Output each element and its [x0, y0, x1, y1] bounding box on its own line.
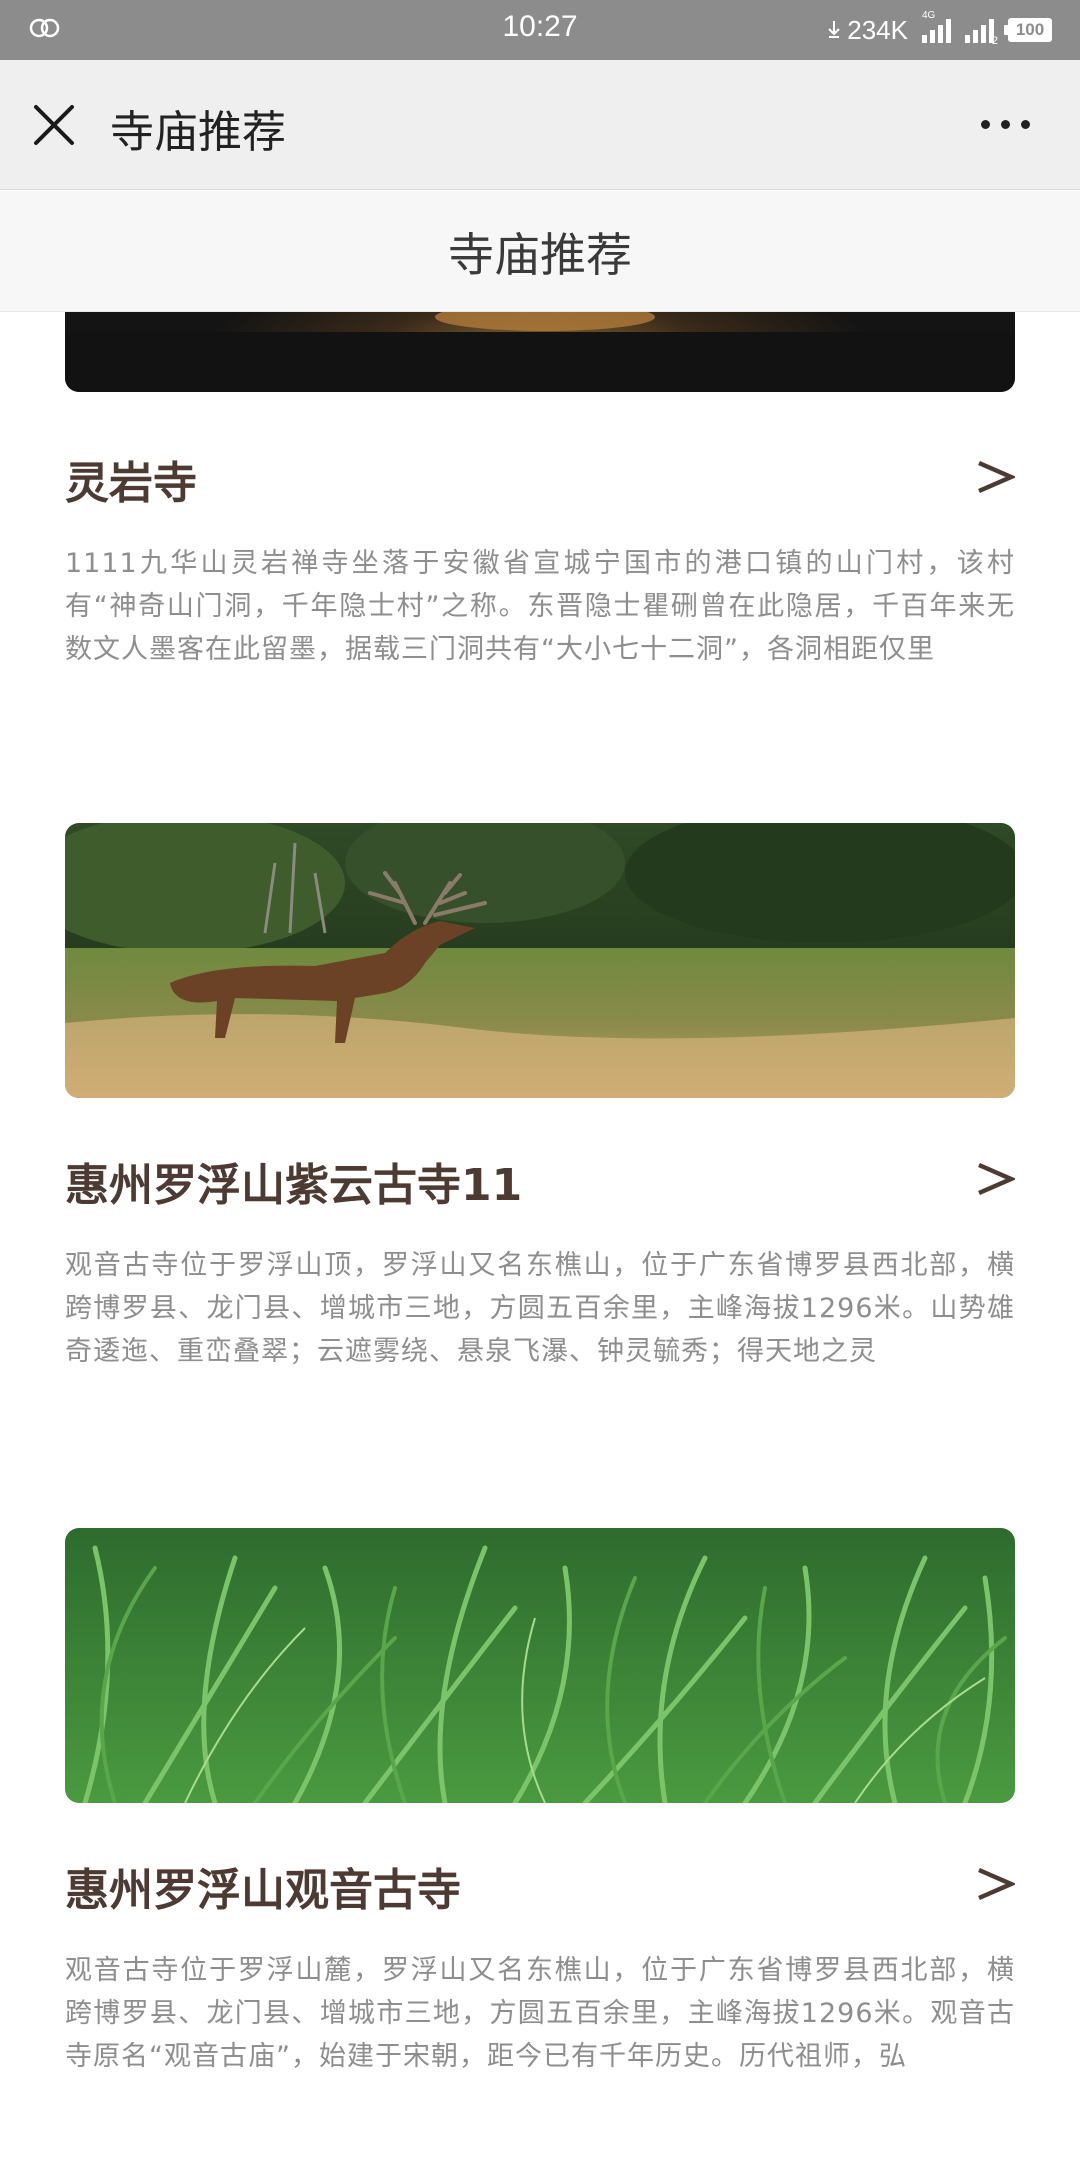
- chevron-right-icon[interactable]: [975, 1157, 1015, 1201]
- temple-description: 1111九华山灵岩禅寺坐落于安徽省宣城宁国市的港口镇的山门村，该村有“神奇山门洞…: [65, 548, 1015, 665]
- battery-icon: 100: [1004, 18, 1052, 42]
- temple-image[interactable]: [65, 312, 1015, 392]
- download-arrow-icon: [828, 20, 840, 38]
- temple-description: 观音古寺位于罗浮山顶，罗浮山又名东樵山，位于广东省博罗县西北部，横跨博罗县、龙门…: [65, 1250, 1015, 1367]
- chevron-right-icon[interactable]: [975, 1862, 1015, 1906]
- temple-title[interactable]: 惠州罗浮山紫云古寺11: [65, 1149, 522, 1213]
- nav-bar: 寺庙推荐: [0, 60, 1080, 190]
- temple-title[interactable]: 灵岩寺: [65, 447, 197, 511]
- sim2-label: 2: [991, 35, 998, 47]
- status-indicators: 234K 4G 2 100: [828, 10, 1052, 48]
- nav-title: 寺庙推荐: [110, 107, 286, 158]
- green-grass-image[interactable]: [65, 1528, 1015, 1803]
- download-speed-value: 234K: [847, 14, 908, 45]
- chevron-right-icon[interactable]: [975, 455, 1015, 499]
- temple-list[interactable]: 灵岩寺 1111九华山灵岩禅寺坐落于安徽省宣城宁国市的港口镇的山门村，该村有“神…: [0, 312, 1080, 2160]
- page-title: 寺庙推荐: [448, 228, 632, 282]
- signal-4g-icon: 4G: [922, 10, 951, 43]
- download-speed: 234K: [828, 15, 908, 46]
- close-icon[interactable]: [32, 103, 76, 147]
- status-bar: 10:27 234K 4G 2 100: [0, 0, 1080, 60]
- page-header: 寺庙推荐: [0, 191, 1080, 312]
- temple-description: 观音古寺位于罗浮山麓，罗浮山又名东樵山，位于广东省博罗县西北部，横跨博罗县、龙门…: [65, 1955, 1015, 2072]
- more-dots-icon[interactable]: [981, 120, 1030, 129]
- signal-sim2-icon: 2: [965, 17, 998, 47]
- battery-level: 100: [1015, 20, 1045, 39]
- temple-title[interactable]: 惠州罗浮山观音古寺: [65, 1854, 461, 1918]
- network-type-label: 4G: [922, 10, 936, 21]
- deer-meadow-image[interactable]: [65, 823, 1015, 1098]
